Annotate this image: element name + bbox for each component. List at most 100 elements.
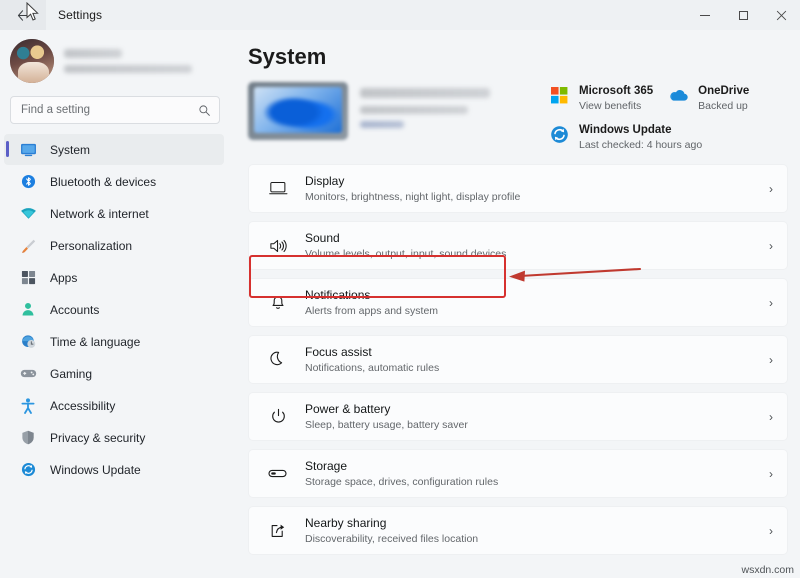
back-button[interactable] [0,0,46,30]
setting-row-focus-assist[interactable]: Focus assist Notifications, automatic ru… [248,335,788,384]
storage-icon [265,468,291,479]
chevron-right-icon: › [769,524,773,538]
setting-title: Power & battery [305,402,769,417]
service-onedrive[interactable]: OneDrive Backed up [667,84,749,113]
setting-subtitle: Storage space, drives, configuration rul… [305,475,769,489]
device-name-redacted [360,88,490,98]
search-input[interactable]: Find a setting [21,104,198,116]
chevron-right-icon: › [769,239,773,253]
chevron-right-icon: › [769,467,773,481]
paintbrush-icon [18,237,38,255]
person-icon [18,301,38,319]
sidebar-item-windows-update[interactable]: Windows Update [4,454,224,485]
device-model-redacted [360,106,468,114]
maximize-icon [739,11,748,20]
setting-row-sound[interactable]: Sound Volume levels, output, input, soun… [248,221,788,270]
watermark: wsxdn.com [741,564,794,576]
sidebar-item-time-language[interactable]: Time & language [4,326,224,357]
bell-icon [265,294,291,311]
setting-row-text: Focus assist Notifications, automatic ru… [305,345,769,375]
setting-row-text: Power & battery Sleep, battery usage, ba… [305,402,769,432]
device-summary[interactable] [248,82,548,140]
service-subtitle: View benefits [579,99,653,113]
monitor-icon [18,141,38,159]
setting-title: Sound [305,231,769,246]
onedrive-cloud-icon [667,84,689,106]
account-text [64,49,222,73]
sidebar-item-bluetooth-devices[interactable]: Bluetooth & devices [4,166,224,197]
page-title: System [248,44,788,70]
app-title: Settings [58,8,102,22]
setting-row-power-battery[interactable]: Power & battery Sleep, battery usage, ba… [248,392,788,441]
setting-subtitle: Notifications, automatic rules [305,361,769,375]
setting-row-notifications[interactable]: Notifications Alerts from apps and syste… [248,278,788,327]
title-bar: Settings [0,0,800,30]
device-text [360,82,548,128]
maximize-button[interactable] [724,0,762,30]
sidebar-item-accounts[interactable]: Accounts [4,294,224,325]
service-windows-update[interactable]: Windows Update Last checked: 4 hours ago [548,123,702,152]
back-arrow-icon [16,8,31,23]
services-summary: Microsoft 365 View benefits OneDr [548,82,788,152]
service-title: OneDrive [698,84,749,98]
sidebar-item-label: System [50,143,90,157]
minimize-button[interactable] [686,0,724,30]
service-microsoft-365[interactable]: Microsoft 365 View benefits [548,84,653,113]
settings-window: Settings Find a setting [0,0,800,578]
sidebar-item-network-internet[interactable]: Network & internet [4,198,224,229]
setting-row-display[interactable]: Display Monitors, brightness, night ligh… [248,164,788,213]
sidebar-nav: System Bluetooth & devices [0,134,232,485]
minimize-icon [700,15,710,16]
sidebar-item-system[interactable]: System [4,134,224,165]
sidebar-item-privacy-security[interactable]: Privacy & security [4,422,224,453]
speaker-icon [265,238,291,254]
service-text: OneDrive Backed up [698,84,749,113]
setting-title: Display [305,174,769,189]
setting-title: Notifications [305,288,769,303]
sidebar-item-label: Windows Update [50,463,141,477]
sidebar-item-label: Personalization [50,239,132,253]
account-tile[interactable] [0,30,232,90]
setting-row-text: Display Monitors, brightness, night ligh… [305,174,769,204]
chevron-right-icon: › [769,353,773,367]
sidebar-item-apps[interactable]: Apps [4,262,224,293]
avatar [10,39,54,83]
setting-row-text: Notifications Alerts from apps and syste… [305,288,769,318]
service-title: Microsoft 365 [579,84,653,98]
moon-icon [265,351,291,368]
setting-subtitle: Sleep, battery usage, battery saver [305,418,769,432]
close-button[interactable] [762,0,800,30]
service-subtitle: Backed up [698,99,749,113]
sidebar-item-label: Gaming [50,367,92,381]
setting-title: Nearby sharing [305,516,769,531]
close-icon [776,10,787,21]
setting-row-nearby-sharing[interactable]: Nearby sharing Discoverability, received… [248,506,788,555]
sidebar-item-personalization[interactable]: Personalization [4,230,224,261]
setting-row-storage[interactable]: Storage Storage space, drives, configura… [248,449,788,498]
sidebar-item-accessibility[interactable]: Accessibility [4,390,224,421]
search-icon [198,104,211,117]
setting-subtitle: Alerts from apps and system [305,304,769,318]
sidebar-item-label: Apps [50,271,77,285]
window-controls [686,0,800,30]
sidebar-item-gaming[interactable]: Gaming [4,358,224,389]
microsoft-logo-icon [548,84,570,106]
device-and-services: Microsoft 365 View benefits OneDr [248,82,788,154]
sidebar-item-label: Accounts [50,303,99,317]
chevron-right-icon: › [769,296,773,310]
main-content: System [232,30,800,578]
apps-icon [18,269,38,287]
accessibility-icon [18,397,38,415]
service-subtitle: Last checked: 4 hours ago [579,138,702,152]
bluetooth-icon [18,173,38,191]
device-thumbnail [248,82,348,140]
power-icon [265,408,291,425]
search-box[interactable]: Find a setting [10,96,220,124]
sidebar-item-label: Network & internet [50,207,149,221]
wifi-icon [18,205,38,223]
monitor-icon [265,181,291,196]
device-rename-link-redacted[interactable] [360,121,404,128]
sidebar-item-label: Accessibility [50,399,115,413]
setting-row-text: Storage Storage space, drives, configura… [305,459,769,489]
shield-icon [18,429,38,447]
